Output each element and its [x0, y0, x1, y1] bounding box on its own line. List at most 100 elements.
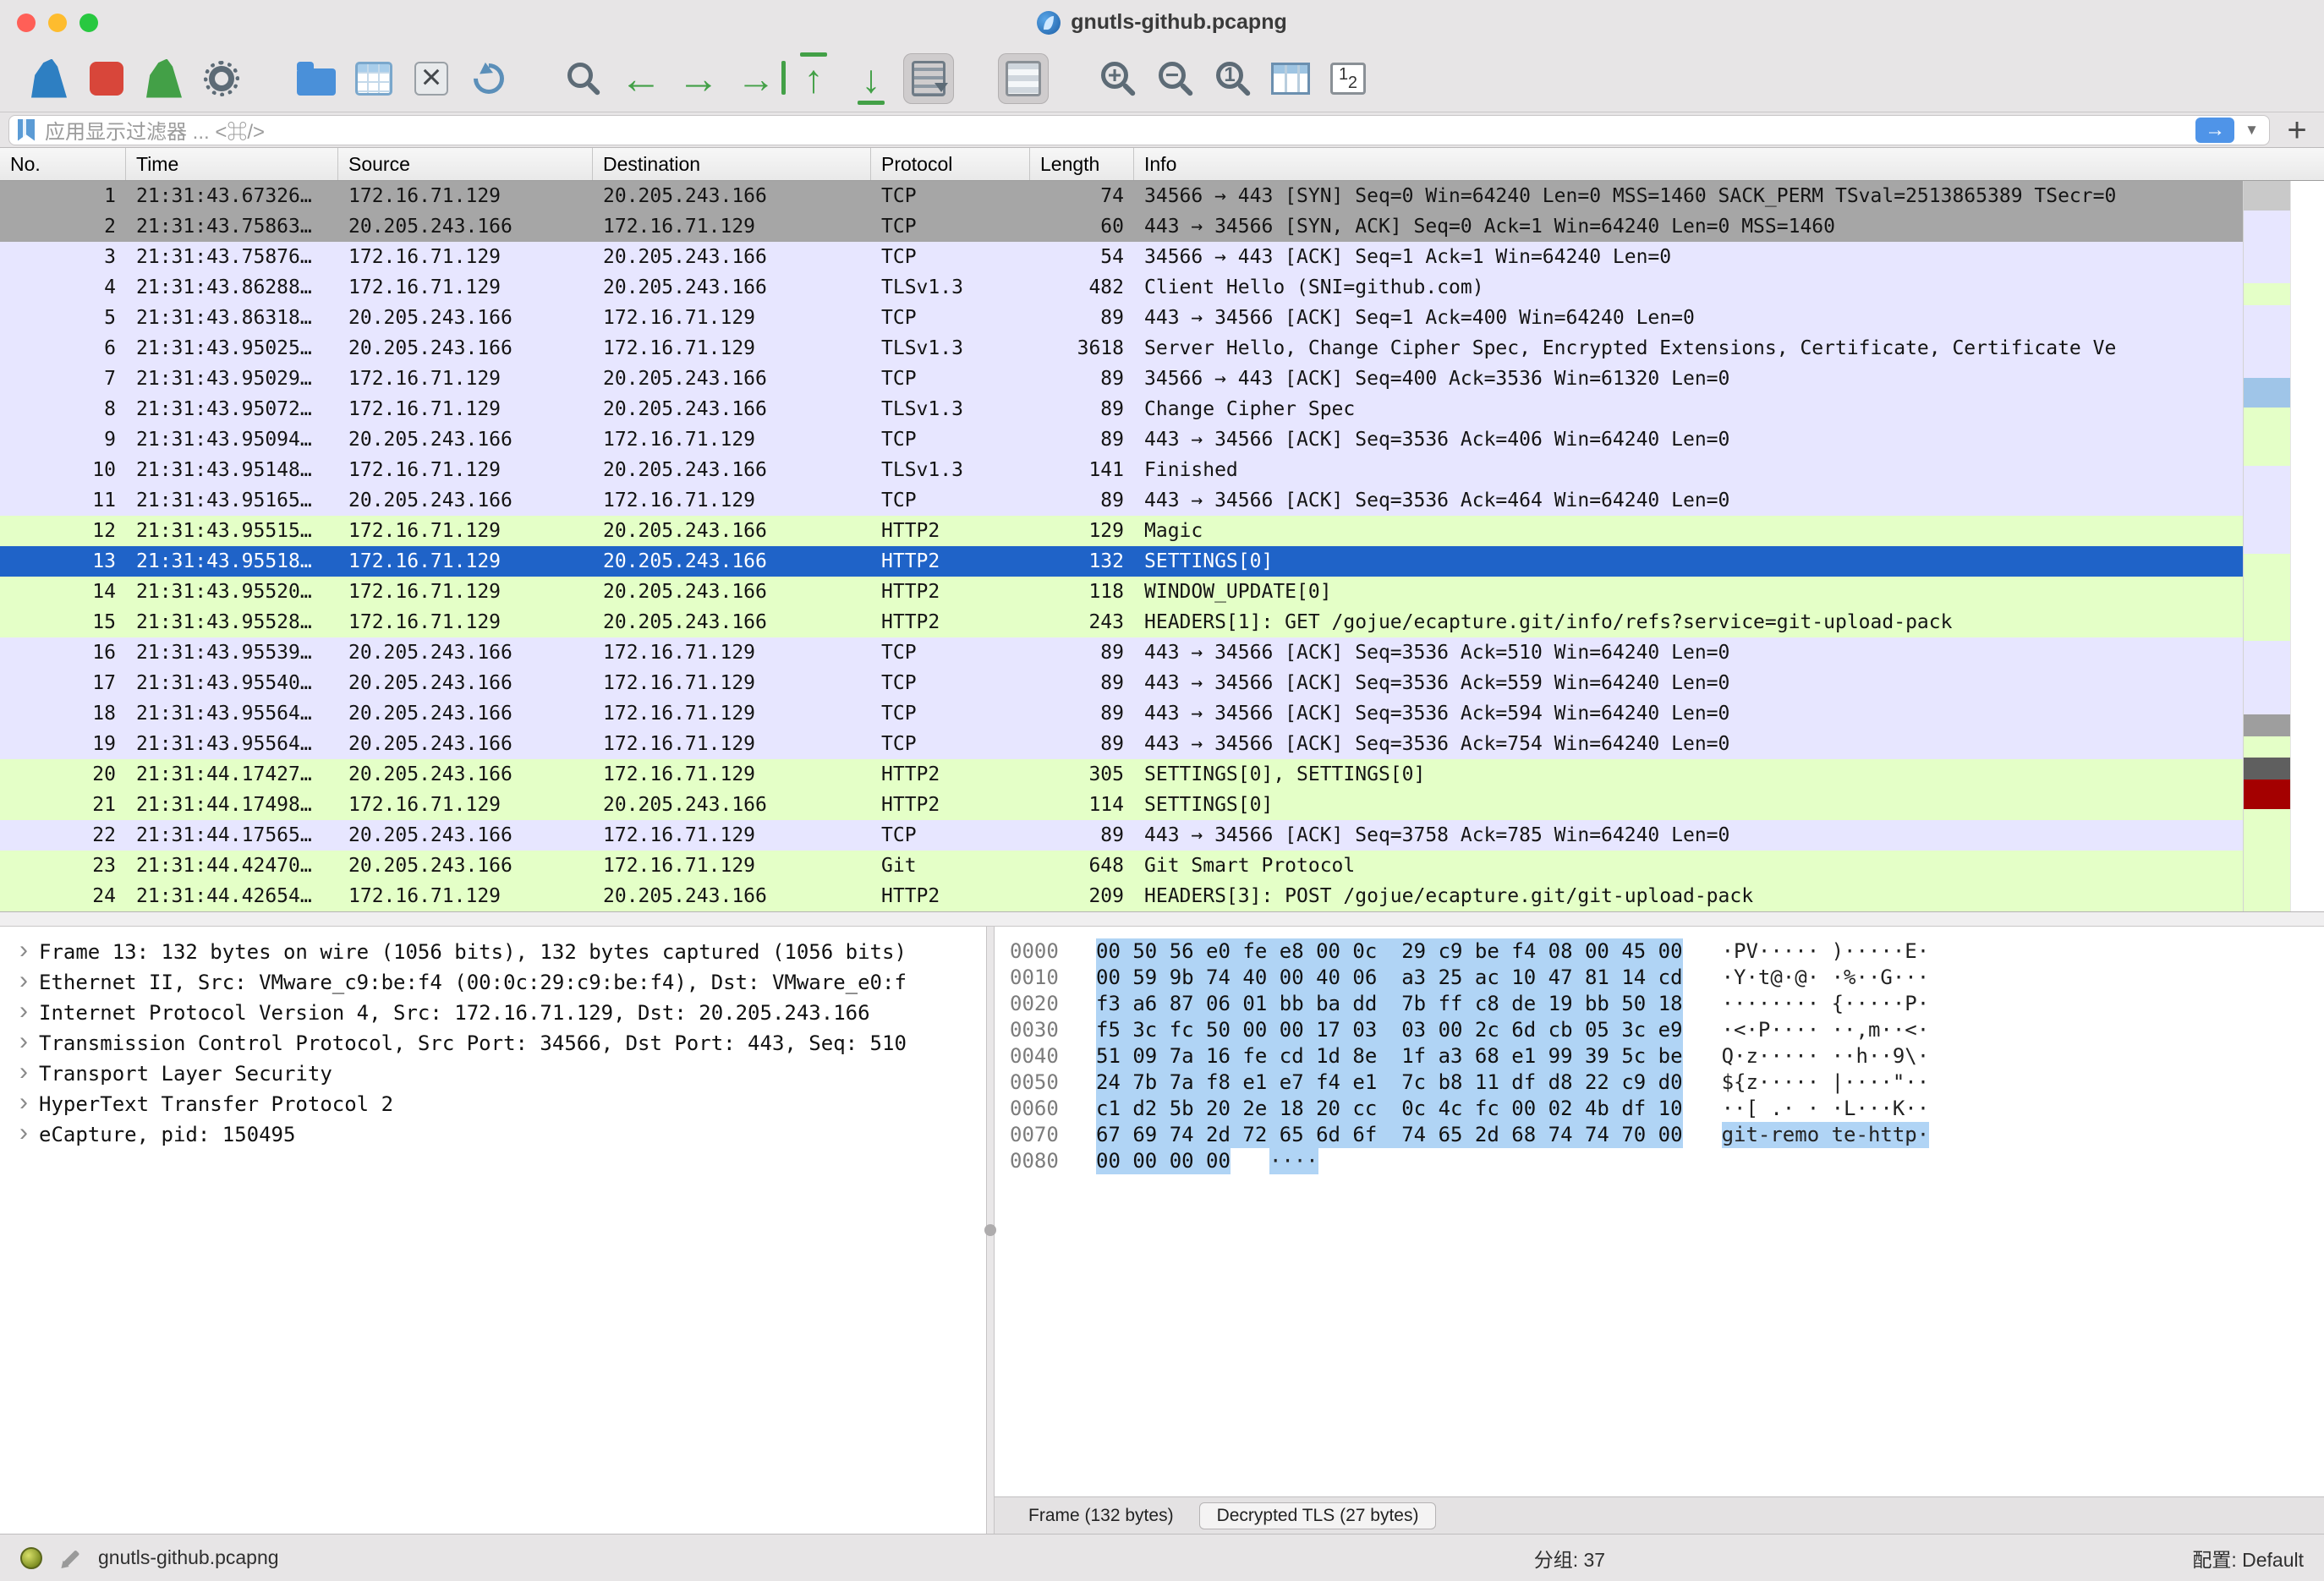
hex-bytes[interactable]: 24 7b 7a f8 e1 e7 f4 e1 7c b8 11 df d8 2… — [1096, 1070, 1683, 1096]
hex-bytes[interactable]: f5 3c fc 50 00 00 17 03 03 00 2c 6d cb 0… — [1096, 1017, 1683, 1043]
hex-bytes[interactable]: 00 50 56 e0 fe e8 00 0c 29 c9 be f4 08 0… — [1096, 938, 1683, 965]
packet-row[interactable]: 621:31:43.95025…20.205.243.166172.16.71.… — [0, 333, 2243, 364]
filter-add-button[interactable]: + — [2280, 113, 2314, 147]
layout-12-button[interactable] — [1323, 53, 1373, 104]
packet-row[interactable]: 1421:31:43.95520…172.16.71.12920.205.243… — [0, 577, 2243, 607]
hex-bytes[interactable]: 51 09 7a 16 fe cd 1d 8e 1f a3 68 e1 99 3… — [1096, 1043, 1683, 1070]
packet-row[interactable]: 421:31:43.86288…172.16.71.12920.205.243.… — [0, 272, 2243, 303]
packet-row[interactable]: 2421:31:44.42654…172.16.71.12920.205.243… — [0, 881, 2243, 911]
hex-ascii[interactable]: ·<·P···· ··,m··<· — [1722, 1017, 1930, 1043]
zoom-out-button[interactable] — [1150, 53, 1201, 104]
hex-ascii[interactable]: ·Y·t@·@· ·%··G··· — [1722, 965, 1930, 991]
expert-info-icon[interactable] — [20, 1547, 42, 1569]
hex-ascii[interactable]: ··[ .· · ·L···K·· — [1722, 1096, 1930, 1122]
capture-options-button[interactable] — [196, 53, 247, 104]
detail-tree-row[interactable]: ›Internet Protocol Version 4, Src: 172.1… — [8, 998, 986, 1028]
packet-row[interactable]: 921:31:43.95094…20.205.243.166172.16.71.… — [0, 424, 2243, 455]
packet-row[interactable]: 1521:31:43.95528…172.16.71.12920.205.243… — [0, 607, 2243, 637]
hex-bytes[interactable]: 67 69 74 2d 72 65 6d 6f 74 65 2d 68 74 7… — [1096, 1122, 1683, 1148]
packet-row[interactable]: 821:31:43.95072…172.16.71.12920.205.243.… — [0, 394, 2243, 424]
packet-list-scrollbar[interactable] — [2290, 181, 2324, 911]
expand-chevron-icon[interactable]: › — [8, 1120, 39, 1149]
hex-bytes[interactable]: 00 59 9b 74 40 00 40 06 a3 25 ac 10 47 8… — [1096, 965, 1683, 991]
packet-row[interactable]: 2221:31:44.17565…20.205.243.166172.16.71… — [0, 820, 2243, 851]
zoom-original-button[interactable] — [1208, 53, 1258, 104]
expand-chevron-icon[interactable]: › — [8, 1090, 39, 1119]
expand-chevron-icon[interactable]: › — [8, 1029, 39, 1058]
detail-tree-row[interactable]: ›Ethernet II, Src: VMware_c9:be:f4 (00:0… — [8, 967, 986, 998]
hex-bytes[interactable]: 00 00 00 00 — [1096, 1148, 1231, 1174]
hex-bytes[interactable]: c1 d2 5b 20 2e 18 20 cc 0c 4c fc 00 02 4… — [1096, 1096, 1683, 1122]
packet-row[interactable]: 1021:31:43.95148…172.16.71.12920.205.243… — [0, 455, 2243, 485]
expand-chevron-icon[interactable]: › — [8, 1059, 39, 1088]
column-header-time[interactable]: Time — [126, 148, 338, 180]
close-file-button[interactable] — [406, 53, 457, 104]
hex-ascii[interactable]: ·PV····· )·····E· — [1722, 938, 1930, 965]
packet-row[interactable]: 321:31:43.75876…172.16.71.12920.205.243.… — [0, 242, 2243, 272]
column-header-len[interactable]: Length — [1030, 148, 1134, 180]
go-to-packet-button[interactable] — [731, 53, 781, 104]
horizontal-splitter[interactable] — [0, 911, 2324, 927]
detail-tree-row[interactable]: ›eCapture, pid: 150495 — [8, 1119, 986, 1150]
hex-ascii[interactable]: Q·z····· ··h··9\· — [1722, 1043, 1930, 1070]
packet-row[interactable]: 1121:31:43.95165…20.205.243.166172.16.71… — [0, 485, 2243, 516]
detail-tree-row[interactable]: ›Frame 13: 132 bytes on wire (1056 bits)… — [8, 937, 986, 967]
stop-capture-button[interactable] — [81, 53, 132, 104]
hex-ascii[interactable]: ···· — [1269, 1148, 1318, 1174]
expand-chevron-icon[interactable]: › — [8, 968, 39, 997]
restart-capture-button[interactable] — [139, 53, 189, 104]
hex-ascii[interactable]: ········ {·····P· — [1722, 991, 1930, 1017]
column-header-dst[interactable]: Destination — [593, 148, 871, 180]
frame-tab[interactable]: Frame (132 bytes) — [1011, 1502, 1191, 1529]
vertical-splitter[interactable] — [986, 927, 995, 1534]
hex-bytes[interactable]: f3 a6 87 06 01 bb ba dd 7b ff c8 de 19 b… — [1096, 991, 1683, 1017]
go-last-button[interactable] — [846, 53, 896, 104]
packet-row[interactable]: 1821:31:43.95564…20.205.243.166172.16.71… — [0, 698, 2243, 729]
zoom-window-button[interactable] — [79, 14, 98, 32]
hex-ascii[interactable]: git-remo te-http· — [1722, 1122, 1930, 1148]
packet-row[interactable]: 2121:31:44.17498…172.16.71.12920.205.243… — [0, 790, 2243, 820]
reload-file-button[interactable] — [463, 53, 514, 104]
filter-apply-button[interactable]: → — [2195, 118, 2234, 143]
resize-columns-button[interactable] — [1265, 53, 1316, 104]
capture-comment-icon[interactable] — [58, 1545, 83, 1571]
go-first-button[interactable] — [788, 53, 839, 104]
hex-ascii[interactable]: ${z····· |····"·· — [1722, 1070, 1930, 1096]
column-header-proto[interactable]: Protocol — [871, 148, 1030, 180]
packet-row[interactable]: 1621:31:43.95539…20.205.243.166172.16.71… — [0, 637, 2243, 668]
go-forward-button[interactable] — [673, 53, 724, 104]
status-profile[interactable]: 配置: Default — [2192, 1544, 2304, 1573]
detail-tree-row[interactable]: ›Transmission Control Protocol, Src Port… — [8, 1028, 986, 1059]
minimize-window-button[interactable] — [48, 14, 67, 32]
packet-row[interactable]: 221:31:43.75863…20.205.243.166172.16.71.… — [0, 211, 2243, 242]
column-header-src[interactable]: Source — [338, 148, 593, 180]
column-header-info[interactable]: Info — [1134, 148, 2324, 180]
packet-row[interactable]: 1921:31:43.95564…20.205.243.166172.16.71… — [0, 729, 2243, 759]
detail-tree-row[interactable]: ›Transport Layer Security — [8, 1059, 986, 1089]
packet-minimap[interactable] — [2243, 181, 2290, 911]
colorize-button[interactable] — [998, 53, 1049, 104]
packet-row[interactable]: 2021:31:44.17427…20.205.243.166172.16.71… — [0, 759, 2243, 790]
save-file-button[interactable] — [348, 53, 399, 104]
close-window-button[interactable] — [17, 14, 36, 32]
display-filter-input[interactable]: 应用显示过滤器 ... <⌘/> → ▼ — [8, 115, 2270, 145]
decrypted-tls-tab[interactable]: Decrypted TLS (27 bytes) — [1199, 1502, 1437, 1529]
packet-row[interactable]: 121:31:43.67326…172.16.71.12920.205.243.… — [0, 181, 2243, 211]
packet-row[interactable]: 1721:31:43.95540…20.205.243.166172.16.71… — [0, 668, 2243, 698]
expand-chevron-icon[interactable]: › — [8, 998, 39, 1027]
go-back-button[interactable] — [616, 53, 666, 104]
detail-tree-row[interactable]: ›HyperText Transfer Protocol 2 — [8, 1089, 986, 1119]
column-header-no[interactable]: No. — [0, 148, 126, 180]
expand-chevron-icon[interactable]: › — [8, 938, 39, 966]
packet-row[interactable]: 1321:31:43.95518…172.16.71.12920.205.243… — [0, 546, 2243, 577]
filter-dropdown-chevron-icon[interactable]: ▼ — [2245, 122, 2261, 139]
packet-row[interactable]: 521:31:43.86318…20.205.243.166172.16.71.… — [0, 303, 2243, 333]
open-file-button[interactable] — [291, 53, 342, 104]
start-capture-button[interactable] — [24, 53, 74, 104]
zoom-in-button[interactable] — [1093, 53, 1143, 104]
packet-row[interactable]: 1221:31:43.95515…172.16.71.12920.205.243… — [0, 516, 2243, 546]
auto-scroll-button[interactable] — [903, 53, 954, 104]
packet-row[interactable]: 721:31:43.95029…172.16.71.12920.205.243.… — [0, 364, 2243, 394]
find-packet-button[interactable] — [558, 53, 609, 104]
filter-bookmark-icon[interactable] — [18, 119, 35, 141]
